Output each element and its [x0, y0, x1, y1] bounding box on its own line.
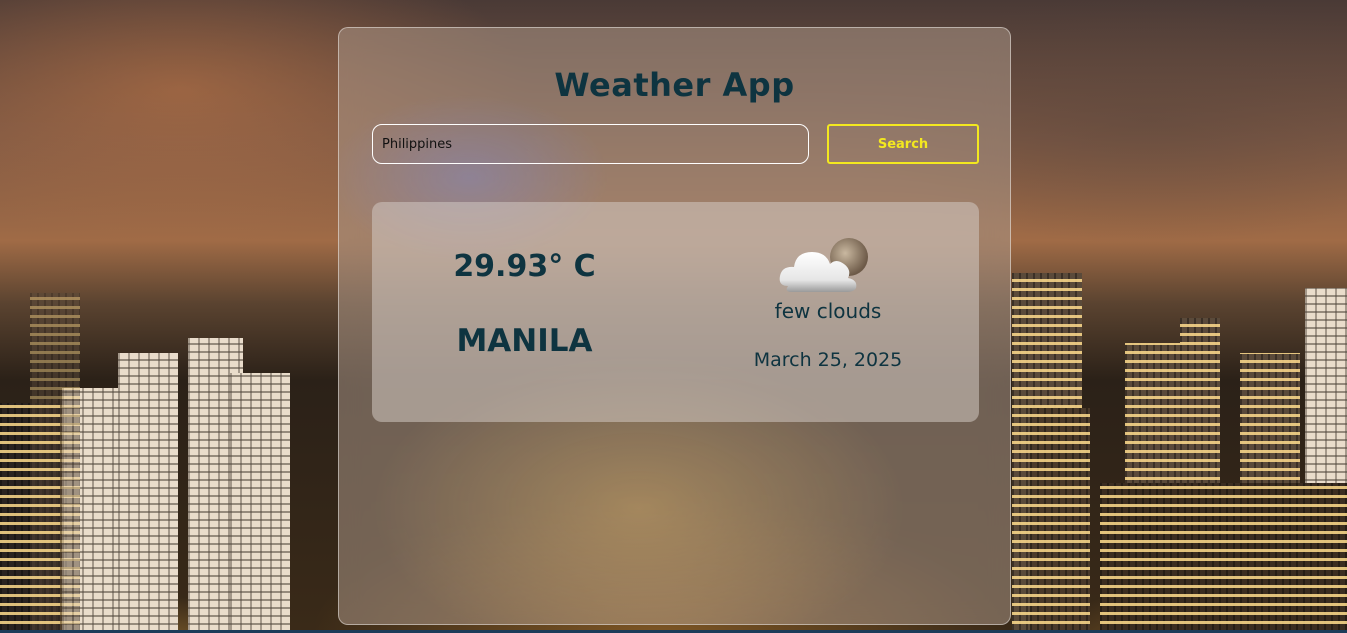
weather-result-panel: 29.93° C MANILA few clouds March 25, 202…: [372, 202, 979, 422]
search-button[interactable]: Search: [827, 124, 979, 164]
building: [230, 373, 290, 633]
search-input[interactable]: [372, 124, 809, 164]
city-name: MANILA: [456, 323, 593, 359]
weather-date: March 25, 2025: [753, 349, 903, 371]
weather-card: Weather App Search 29.93° C MANILA: [338, 27, 1011, 625]
few-clouds-night-icon: [778, 236, 874, 292]
building: [1100, 483, 1347, 633]
building: [118, 353, 178, 633]
building: [30, 293, 80, 633]
temperature-value: 29.93° C: [453, 249, 596, 284]
app-title: Weather App: [554, 66, 795, 104]
building: [1030, 408, 1090, 633]
weather-description: few clouds: [774, 299, 882, 323]
